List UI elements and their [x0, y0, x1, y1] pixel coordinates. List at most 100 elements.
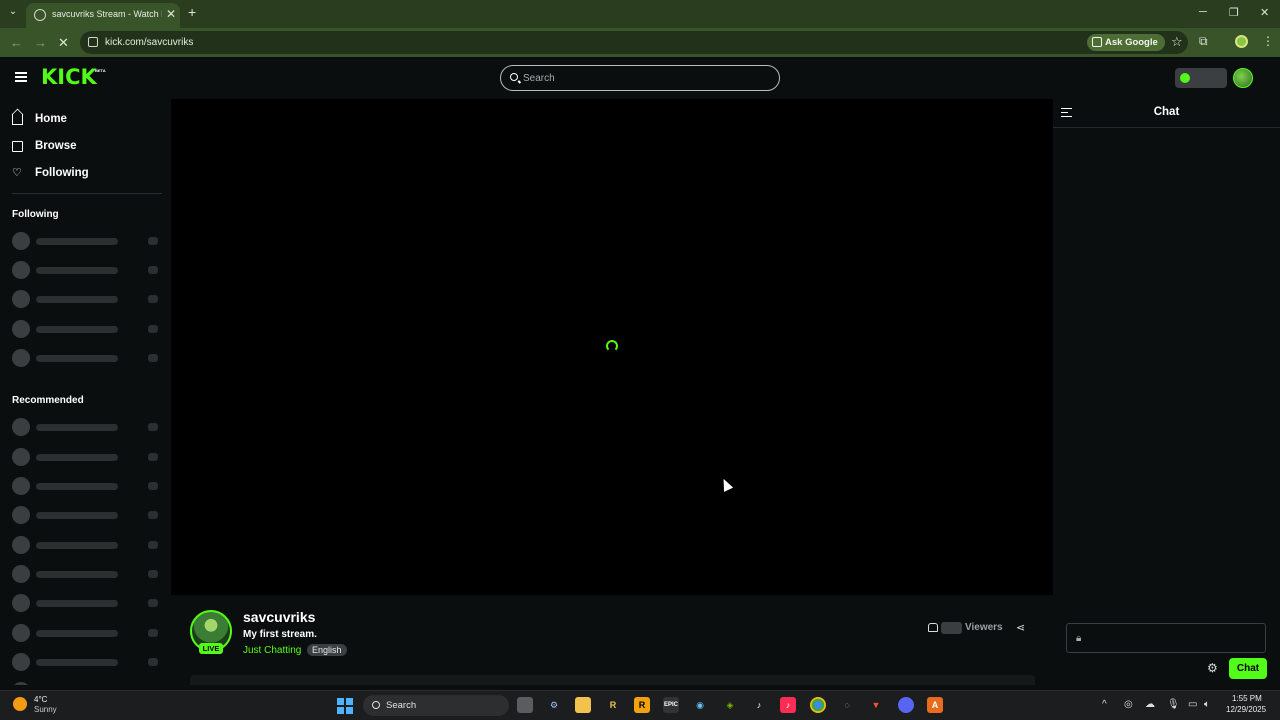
taskbar-search-label: Search: [386, 700, 417, 711]
taskbar: 4°C Sunny Search ⚙ R R EPIC ◉ ◈ ♪ ♪ ◌ ▼ …: [0, 690, 1280, 720]
browser-menu-icon[interactable]: ⋮: [1262, 34, 1274, 48]
recommended-skeleton-row: [12, 565, 162, 583]
home-icon: [12, 114, 23, 125]
microphone-icon[interactable]: 🎙︎: [1167, 699, 1180, 710]
bookmark-star-icon[interactable]: ☆: [1171, 34, 1183, 50]
discord-icon[interactable]: [898, 697, 914, 713]
kick-points-button[interactable]: [1175, 68, 1227, 88]
epic-games-icon[interactable]: EPIC: [663, 697, 679, 713]
browser-tab[interactable]: savcuvriks Stream - Watch Live ✕: [26, 3, 180, 28]
minimize-icon[interactable]: ─: [1199, 6, 1207, 18]
back-icon[interactable]: ←: [10, 35, 23, 50]
channel-name[interactable]: savcuvriks: [243, 609, 315, 625]
search-input[interactable]: [523, 71, 763, 86]
browse-icon: [12, 141, 23, 152]
search-icon: [510, 73, 518, 81]
recommended-skeleton-row: [12, 448, 162, 466]
site-info-icon[interactable]: [88, 37, 98, 47]
rockstar-icon[interactable]: R: [634, 697, 650, 713]
window-close-icon[interactable]: ✕: [1260, 6, 1269, 19]
lock-icon: 🔒︎: [1076, 633, 1082, 644]
site-header: KICK BETA: [0, 57, 1280, 99]
chrome-icon[interactable]: [810, 697, 826, 713]
sidebar-divider: [12, 193, 162, 194]
kick-logo[interactable]: KICK: [41, 65, 97, 89]
forward-icon[interactable]: →: [34, 35, 47, 50]
recommended-skeleton-row: [12, 506, 162, 524]
new-tab-icon[interactable]: +: [188, 4, 196, 20]
recommended-skeleton-row: [12, 477, 162, 495]
chat-panel: Chat 🔒︎ ⚙ Chat: [1053, 99, 1280, 685]
sidebar-item-label: Following: [35, 167, 89, 179]
beta-badge: BETA: [95, 68, 106, 73]
tab-title: savcuvriks Stream - Watch Live: [52, 9, 162, 19]
tab-close-icon[interactable]: ✕: [166, 7, 176, 21]
extensions-icon[interactable]: ⧉: [1199, 34, 1208, 49]
launcher-r-icon[interactable]: R: [605, 697, 621, 713]
language-tag[interactable]: English: [307, 644, 347, 656]
address-bar[interactable]: kick.com/savcuvriks Ask Google ☆: [80, 31, 1188, 54]
tab-favicon-icon: [34, 9, 46, 21]
viewers-icon: [928, 623, 938, 632]
nvidia-icon[interactable]: ◈: [722, 697, 738, 713]
collapse-chat-icon[interactable]: [1061, 108, 1072, 117]
viewers-label: Viewers: [965, 622, 1003, 633]
chat-send-button[interactable]: Chat: [1229, 658, 1267, 679]
start-windows-icon[interactable]: [337, 698, 353, 714]
recommended-skeleton-row: [12, 594, 162, 612]
category-link[interactable]: Just Chatting: [243, 645, 301, 656]
brave-icon[interactable]: ▼: [868, 697, 884, 713]
following-skeleton-row: [12, 349, 162, 367]
browser-toolbar: ← → ✕ kick.com/savcuvriks Ask Google ☆ ⧉…: [0, 28, 1280, 57]
recommended-skeleton-row: [12, 418, 162, 436]
chat-input[interactable]: 🔒︎: [1066, 623, 1266, 653]
ableton-icon[interactable]: A: [927, 697, 943, 713]
clock-time[interactable]: 1:55 PM: [1232, 694, 1262, 703]
tiktok-icon[interactable]: ♪: [751, 697, 767, 713]
recommended-skeleton-row: [12, 624, 162, 642]
share-icon[interactable]: ⋖: [1016, 621, 1025, 634]
taskbar-search[interactable]: Search: [363, 695, 509, 716]
loading-spinner-icon: [606, 340, 618, 352]
weather-sun-icon[interactable]: [13, 697, 27, 711]
live-badge: LIVE: [199, 643, 223, 654]
google-lens-icon: [1092, 37, 1102, 47]
volume-icon[interactable]: 🔈︎: [1204, 699, 1210, 710]
restore-icon[interactable]: ❐: [1229, 6, 1239, 19]
following-skeleton-row: [12, 232, 162, 250]
ask-google-button[interactable]: Ask Google: [1087, 34, 1165, 51]
clock-date[interactable]: 12/29/2025: [1226, 705, 1266, 714]
search-field[interactable]: [500, 65, 780, 91]
tiktok-studio-icon[interactable]: ♪: [780, 697, 796, 713]
sidebar-item-label: Browse: [35, 140, 77, 152]
recommended-section-title: Recommended: [12, 395, 84, 406]
chat-divider: [1053, 127, 1280, 128]
tray-overflow-icon[interactable]: ^: [1102, 699, 1107, 710]
network-icon[interactable]: ▭: [1188, 699, 1197, 710]
weather-condition[interactable]: Sunny: [34, 705, 57, 714]
chat-settings-icon[interactable]: ⚙: [1207, 661, 1218, 675]
weather-temperature[interactable]: 4°C: [34, 695, 47, 704]
video-player[interactable]: [171, 99, 1053, 595]
heart-icon: ♡: [12, 167, 22, 179]
following-skeleton-row: [12, 290, 162, 308]
task-view-icon[interactable]: [517, 697, 533, 713]
browser-tab-bar: ⌄ savcuvriks Stream - Watch Live ✕ + ─ ❐…: [0, 0, 1280, 28]
settings-app-icon[interactable]: ⚙: [546, 697, 562, 713]
sidebar: Home Browse ♡ Following Following Recomm…: [0, 99, 170, 685]
steam-icon[interactable]: ◉: [692, 697, 708, 713]
chat-title: Chat: [1153, 106, 1180, 118]
tab-search-icon[interactable]: ⌄: [6, 6, 20, 20]
recommended-skeleton-row: [12, 536, 162, 554]
chrome-alt-icon[interactable]: ◌: [839, 697, 855, 713]
file-explorer-icon[interactable]: [575, 697, 591, 713]
menu-icon[interactable]: [15, 72, 27, 82]
stop-loading-icon[interactable]: ✕: [58, 35, 69, 51]
tray-app-icon[interactable]: ◎: [1124, 699, 1133, 710]
recommended-skeleton-row: [12, 653, 162, 671]
following-section-title: Following: [12, 209, 59, 220]
user-avatar[interactable]: [1233, 68, 1253, 88]
recommended-skeleton-row: [12, 682, 162, 685]
browser-profile-avatar[interactable]: [1235, 35, 1248, 48]
onedrive-icon[interactable]: ☁: [1145, 699, 1155, 710]
